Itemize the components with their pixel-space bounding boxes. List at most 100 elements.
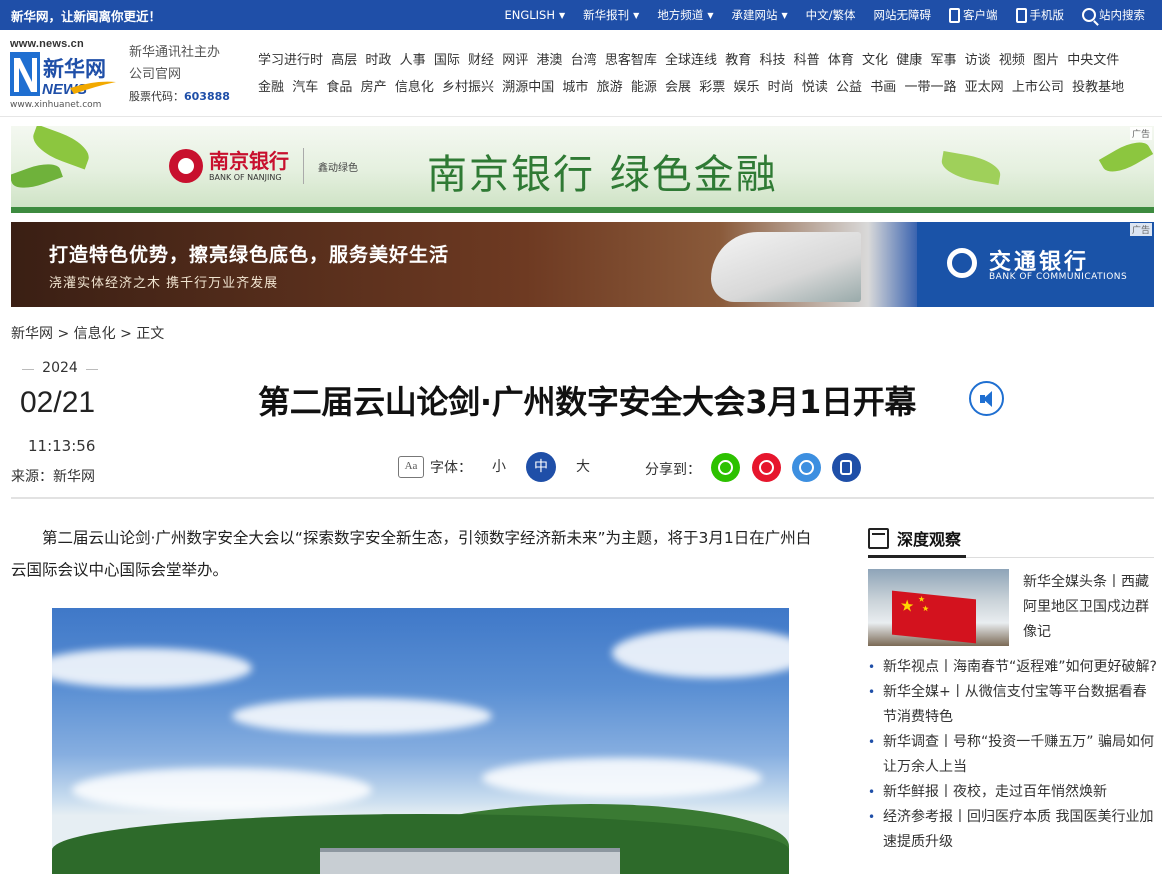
channel-link[interactable]: 乡村振兴 xyxy=(442,76,494,103)
list-item[interactable]: 新华鲜报丨夜校，走过百年悄然焕新 xyxy=(868,780,1158,805)
channel-link[interactable]: 时尚 xyxy=(768,76,794,103)
topnav-label: 中文/繁体 xyxy=(805,8,856,22)
ad-banner-nanjing-bank[interactable]: 南京银行 BANK OF NANJING 鑫动绿色 南京银行 绿色金融 广告 xyxy=(11,126,1154,213)
topnav-label: 站内搜索 xyxy=(1099,8,1145,22)
stock-label: 股票代码： xyxy=(129,90,184,103)
channel-link[interactable]: 财经 xyxy=(468,49,494,76)
channel-link[interactable]: 亚太网 xyxy=(965,76,1004,103)
breadcrumb-section[interactable]: 信息化 xyxy=(74,326,116,342)
leaf-decoration xyxy=(11,158,63,194)
stock-code[interactable]: 603888 xyxy=(184,90,230,103)
channel-link[interactable]: 图片 xyxy=(1033,49,1059,76)
font-size-large[interactable]: 大 xyxy=(568,452,598,482)
font-size-medium[interactable]: 中 xyxy=(526,452,556,482)
conference-center-building xyxy=(320,848,620,874)
site-slogan: 新华网，让新闻离你更近！ xyxy=(11,9,162,24)
font-size-small[interactable]: 小 xyxy=(484,452,514,482)
mobile-glyph xyxy=(840,460,852,475)
topnav-newspapers[interactable]: 新华报刊 ▼ xyxy=(574,7,648,23)
channel-nav: 学习进行时 高层 时政 人事 国际 财经 网评 港澳 台湾 思客智库 全球连线 教育 科技 科普 体育 文化健… xyxy=(258,49,1158,103)
breadcrumb-separator: > xyxy=(120,326,132,342)
channel-link[interactable]: 信息化 xyxy=(395,76,434,103)
topnav-search[interactable]: 站内搜索 xyxy=(1073,7,1154,23)
channel-link[interactable]: 科技 xyxy=(759,49,785,76)
topnav-client[interactable]: 客户端 xyxy=(940,7,1007,23)
channel-link[interactable]: 教育 xyxy=(725,49,751,76)
channel-link[interactable]: 溯源中国 xyxy=(502,76,554,103)
sidebar-heading: 深度观察 xyxy=(868,526,961,550)
channel-link[interactable]: 军事 xyxy=(930,49,956,76)
channel-link[interactable]: 汽车 xyxy=(292,76,318,103)
breadcrumb-current: 正文 xyxy=(136,326,165,342)
read-aloud-speaker-icon[interactable] xyxy=(969,381,1004,416)
channel-link[interactable]: 会展 xyxy=(665,76,691,103)
phone-icon xyxy=(1015,7,1027,23)
leaf-decoration xyxy=(28,126,94,170)
window-icon xyxy=(868,527,889,549)
ad-banner-bocom[interactable]: 打造特色优势，擦亮绿色底色，服务美好生活 浇灌实体经济之木 携千行万业齐发展 交… xyxy=(11,222,1154,307)
channel-link[interactable]: 学习进行时 xyxy=(258,49,323,76)
channel-link[interactable]: 国际 xyxy=(434,49,460,76)
channel-link[interactable]: 健康 xyxy=(896,49,922,76)
channel-link[interactable]: 港澳 xyxy=(536,49,562,76)
list-item[interactable]: 经济参考报丨回归医疗本质 我国医美行业加速提质升级 xyxy=(868,805,1158,855)
article-photo xyxy=(52,608,789,874)
share-link-icon[interactable] xyxy=(792,453,821,482)
breadcrumb-home[interactable]: 新华网 xyxy=(11,326,53,342)
channel-link[interactable]: 台湾 xyxy=(571,49,597,76)
channel-link[interactable]: 投教基地 xyxy=(1072,76,1124,103)
channel-link[interactable]: 科普 xyxy=(794,49,820,76)
channel-link[interactable]: 悦读 xyxy=(802,76,828,103)
share-weibo-icon[interactable] xyxy=(752,453,781,482)
topnav-mobile[interactable]: 手机版 xyxy=(1007,7,1074,23)
channel-link[interactable]: 一带一路 xyxy=(904,76,956,103)
channel-link[interactable]: 高层 xyxy=(331,49,357,76)
topnav-traditional[interactable]: 中文/繁体 xyxy=(797,7,865,23)
channel-link[interactable]: 视频 xyxy=(999,49,1025,76)
ad-slogan-sub: 浇灌实体经济之木 携千行万业齐发展 xyxy=(49,276,279,291)
channel-link[interactable]: 彩票 xyxy=(699,76,725,103)
channel-row-2: 金融 汽车 食品 房产 信息化 乡村振兴 溯源中国 城市 旅游 能源 会展 彩票 娱乐 时尚 悦读 公益 书画一… xyxy=(258,76,1158,103)
article-source: 来源：新华网 xyxy=(11,469,95,485)
heading-underline xyxy=(868,555,966,558)
sidebar-lead-link[interactable]: 新华全媒头条丨西藏阿里地区卫国戍边群像记 xyxy=(1023,570,1157,645)
channel-link[interactable]: 体育 xyxy=(828,49,854,76)
topnav-local[interactable]: 地方频道 ▼ xyxy=(648,7,722,23)
chevron-down-icon: ▼ xyxy=(707,10,714,20)
channel-link[interactable]: 娱乐 xyxy=(733,76,759,103)
wechat-glyph xyxy=(718,460,733,475)
logo-text: 新华网 xyxy=(43,57,106,81)
channel-link[interactable]: 房产 xyxy=(361,76,387,103)
leaf-decoration xyxy=(1098,134,1154,180)
channel-link[interactable]: 网评 xyxy=(502,49,528,76)
channel-link[interactable]: 旅游 xyxy=(597,76,623,103)
channel-link[interactable]: 城市 xyxy=(562,76,588,103)
channel-link[interactable]: 食品 xyxy=(326,76,352,103)
channel-link[interactable]: 人事 xyxy=(400,49,426,76)
channel-link[interactable]: 金融 xyxy=(258,76,284,103)
nj-bank-name: 南京银行 xyxy=(209,148,289,173)
site-logo[interactable]: www.news.cn 新华网 NEWS www.xinhuanet.com xyxy=(10,38,120,112)
channel-link[interactable]: 时政 xyxy=(365,49,391,76)
channel-link[interactable]: 能源 xyxy=(631,76,657,103)
publish-time: 11:13:56 xyxy=(28,437,96,455)
channel-link[interactable]: 公益 xyxy=(836,76,862,103)
share-wechat-icon[interactable] xyxy=(711,453,740,482)
channel-link[interactable]: 文化 xyxy=(862,49,888,76)
channel-link[interactable]: 上市公司 xyxy=(1012,76,1064,103)
channel-link[interactable]: 访谈 xyxy=(965,49,991,76)
logo-url-bottom: www.xinhuanet.com xyxy=(10,100,102,110)
list-item[interactable]: 新华调查丨号称“投资一千赚五万” 骗局如何让万余人上当 xyxy=(868,730,1158,780)
topnav-accessibility[interactable]: 网站无障碍 xyxy=(865,7,941,23)
topnav-english[interactable]: ENGLISH ▼ xyxy=(495,8,574,22)
list-item[interactable]: 新华全媒+丨从微信支付宝等平台数据看春节消费特色 xyxy=(868,680,1158,730)
channel-link[interactable]: 全球连线 xyxy=(665,49,717,76)
sidebar-lead-thumbnail[interactable]: ★ ★ ★ xyxy=(868,569,1009,646)
channel-link[interactable]: 中央文件 xyxy=(1067,49,1119,76)
bocom-en: BANK OF COMMUNICATIONS xyxy=(989,272,1128,282)
share-mobile-icon[interactable] xyxy=(832,453,861,482)
list-item[interactable]: 新华视点丨海南春节“返程难”如何更好破解? xyxy=(868,655,1158,680)
channel-link[interactable]: 书画 xyxy=(870,76,896,103)
topnav-sites[interactable]: 承建网站 ▼ xyxy=(722,7,796,23)
channel-link[interactable]: 思客智库 xyxy=(605,49,657,76)
